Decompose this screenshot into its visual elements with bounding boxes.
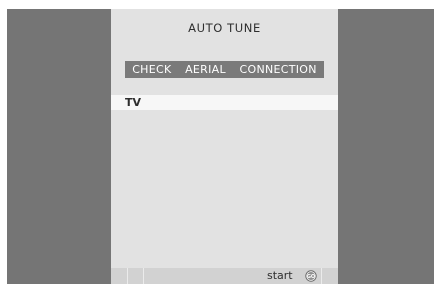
start-label: start: [267, 269, 293, 282]
footer-divider: [127, 268, 128, 284]
footer-divider: [143, 268, 144, 284]
menu-item-label: TV: [125, 96, 142, 109]
menu-item-tv[interactable]: TV: [111, 95, 338, 110]
footer-divider: [321, 268, 322, 284]
screen-title: AUTO TUNE: [188, 21, 261, 35]
right-side-panel: [338, 9, 434, 284]
left-side-panel: [7, 9, 111, 284]
check-aerial-banner: CHECK AERIAL CONNECTION: [125, 61, 324, 78]
go-button-icon[interactable]: GO: [305, 270, 317, 282]
footer-bar: start GO: [111, 268, 338, 284]
auto-tune-screen: AUTO TUNE CHECK AERIAL CONNECTION TV sta…: [111, 9, 338, 284]
go-icon-text: GO: [307, 274, 315, 280]
